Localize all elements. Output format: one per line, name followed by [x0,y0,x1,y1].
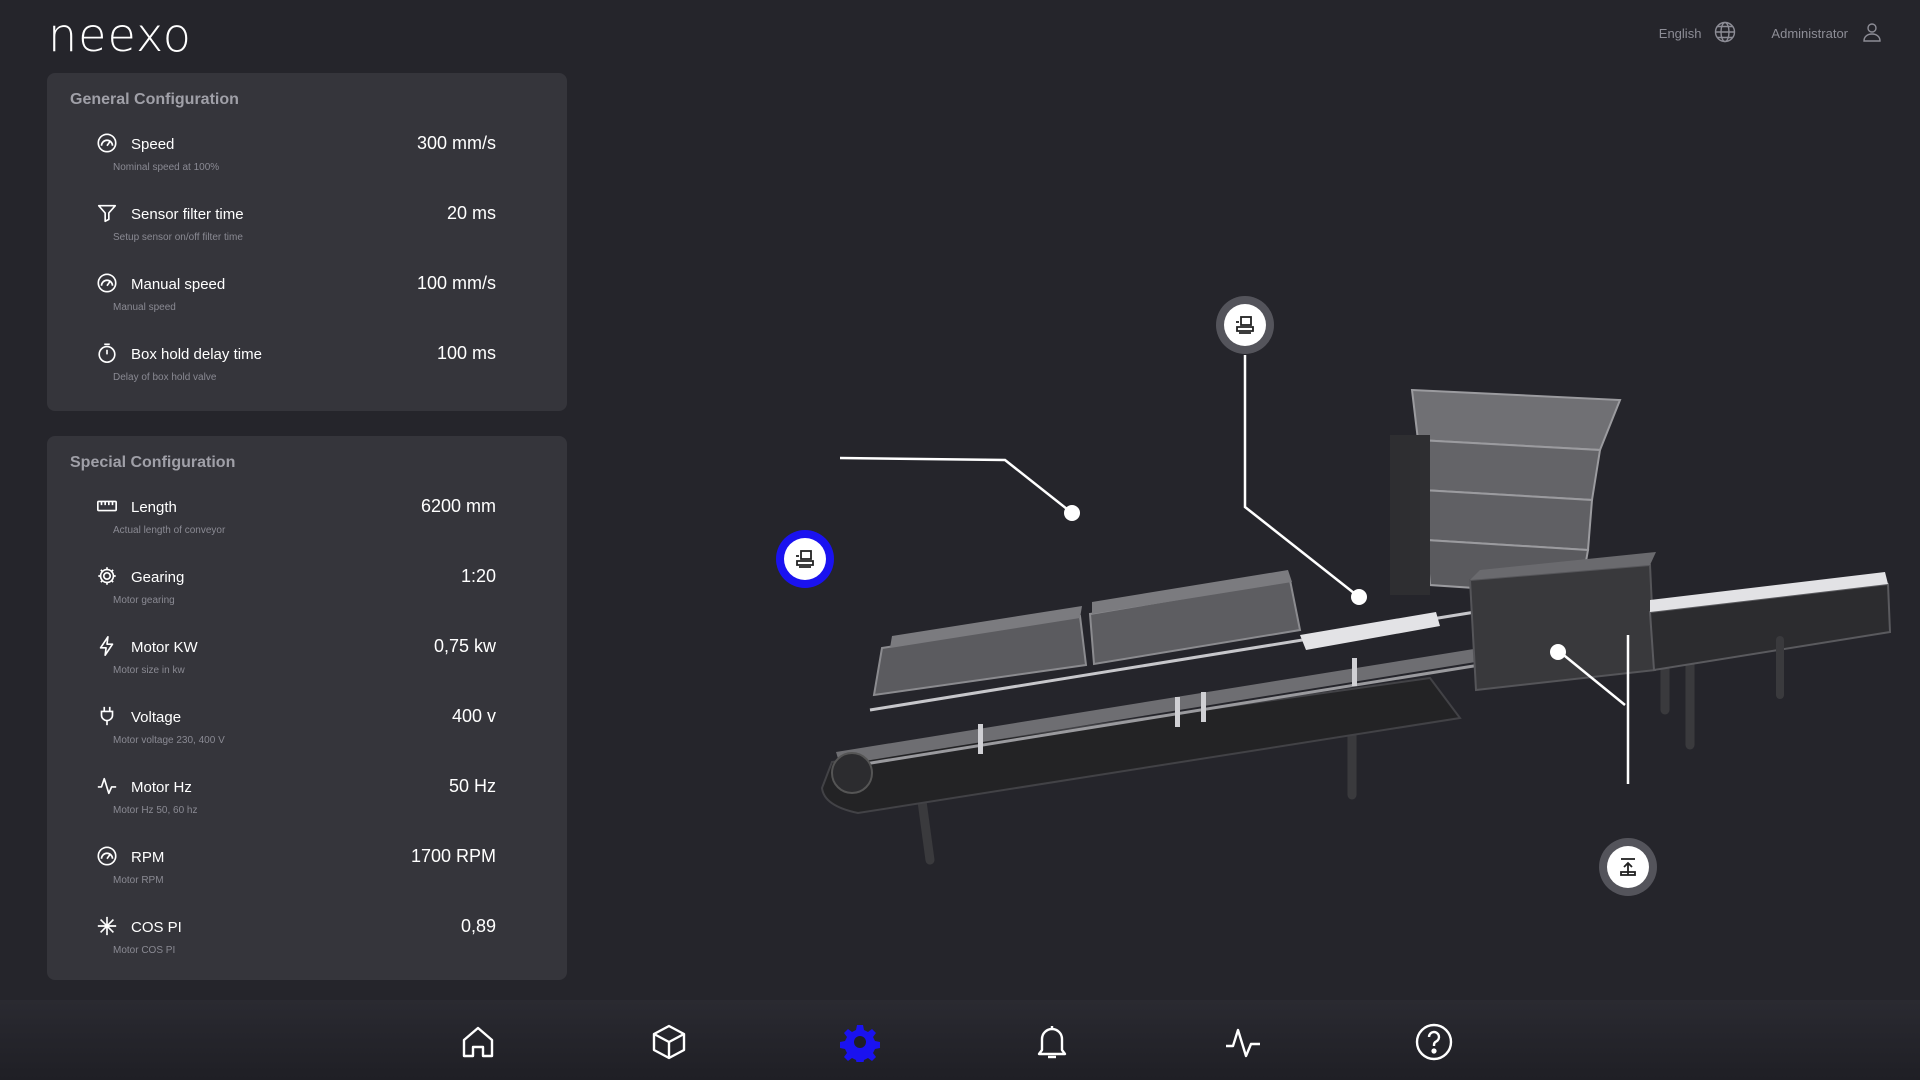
nav-home[interactable] [456,1020,500,1064]
globe-icon [1713,20,1737,47]
config-description: Motor voltage 230, 400 V [113,735,225,746]
config-label: Box hold delay time [131,346,262,363]
home-icon [462,1026,494,1058]
plug-icon [96,705,118,727]
user-menu[interactable]: Administrator [1771,20,1884,47]
gauge-icon [96,272,118,294]
config-row-speed[interactable]: Speed Nominal speed at 100% 300 mm/s [47,128,567,198]
config-row-gearing[interactable]: Gearing Motor gearing 1:20 [47,561,567,631]
config-label: Motor Hz [131,779,192,796]
general-configuration-panel: General Configuration Speed Nominal spee… [47,73,567,411]
config-description: Motor Hz 50, 60 hz [113,805,198,816]
config-description: Manual speed [113,302,176,313]
config-description: Motor RPM [113,875,164,886]
config-row-length[interactable]: Length Actual length of conveyor 6200 mm [47,491,567,561]
nav-products[interactable] [647,1020,691,1064]
brand-logo: neexo [48,8,192,62]
box-icon [652,1024,686,1060]
config-label: Speed [131,136,175,153]
hotspot-stack-sensor[interactable] [1216,296,1274,354]
gauge-icon [96,132,118,154]
config-value[interactable]: 1:20 [461,566,496,587]
config-label: Length [131,499,177,516]
user-label: Administrator [1771,26,1848,41]
top-bar: English Administrator [1659,20,1884,47]
config-value[interactable]: 100 mm/s [417,273,496,294]
special-configuration-title: Special Configuration [70,454,236,471]
config-value[interactable]: 0,89 [461,916,496,937]
config-value[interactable]: 20 ms [447,203,496,224]
config-description: Delay of box hold valve [113,372,217,383]
config-value[interactable]: 100 ms [437,343,496,364]
asterisk-icon [96,915,118,937]
hotspot-lift-unit[interactable] [1599,838,1657,896]
config-value[interactable]: 0,75 kw [434,636,496,657]
config-value[interactable]: 400 v [452,706,496,727]
config-row-voltage[interactable]: Voltage Motor voltage 230, 400 V 400 v [47,701,567,771]
special-configuration-panel: Special Configuration Length Actual leng… [47,436,567,980]
gauge-icon [96,845,118,867]
pulse-icon [1226,1028,1260,1058]
config-row-manual-speed[interactable]: Manual speed Manual speed 100 mm/s [47,268,567,338]
config-row-sensor-filter-time[interactable]: Sensor filter time Setup sensor on/off f… [47,198,567,268]
config-value[interactable]: 1700 RPM [411,846,496,867]
nav-alerts[interactable] [1030,1020,1074,1064]
config-row-box-hold-delay-time[interactable]: Box hold delay time Delay of box hold va… [47,338,567,408]
nav-help[interactable] [1412,1020,1456,1064]
conveyor-3d-view[interactable] [600,240,1920,940]
lightning-icon [96,635,118,657]
config-value[interactable]: 6200 mm [421,496,496,517]
config-row-motor-kw[interactable]: Motor KW Motor size in kw 0,75 kw [47,631,567,701]
config-row-motor-hz[interactable]: Motor Hz Motor Hz 50, 60 hz 50 Hz [47,771,567,841]
sensor-device-icon [796,550,814,568]
language-label: English [1658,26,1702,41]
stopwatch-icon [96,342,118,364]
config-value[interactable]: 300 mm/s [417,133,496,154]
config-description: Actual length of conveyor [113,525,226,536]
sensor-device-icon [1236,316,1254,334]
config-label: Manual speed [131,276,226,293]
filter-icon [96,202,118,224]
language-selector[interactable]: English [1659,20,1738,47]
nav-settings[interactable] [838,1020,882,1064]
config-label: Gearing [131,569,185,586]
nav-activity[interactable] [1221,1020,1265,1064]
bell-icon [1037,1026,1067,1059]
bottom-navigation [0,1000,1920,1080]
hotspot-conveyor-sensor[interactable] [776,530,834,588]
config-description: Motor gearing [113,595,175,606]
config-row-rpm[interactable]: RPM Motor RPM 1700 RPM [47,841,567,911]
config-label: COS PI [131,919,182,936]
config-description: Nominal speed at 100% [113,162,220,173]
config-description: Motor size in kw [113,665,185,676]
upload-icon [1620,858,1636,876]
config-row-cos-pi[interactable]: COS PI Motor COS PI 0,89 [47,911,567,981]
gear-icon [96,565,118,587]
config-description: Setup sensor on/off filter time [113,232,243,243]
config-label: Sensor filter time [131,206,244,223]
ruler-icon [96,495,118,517]
help-icon [1415,1023,1453,1061]
pulse-icon [96,775,118,797]
config-label: Voltage [131,709,182,726]
config-value[interactable]: 50 Hz [449,776,496,797]
user-icon [1860,20,1884,47]
config-label: RPM [131,849,165,866]
config-label: Motor KW [131,639,198,656]
config-description: Motor COS PI [113,945,176,956]
gear-icon [840,1025,880,1062]
general-configuration-title: General Configuration [70,91,239,108]
